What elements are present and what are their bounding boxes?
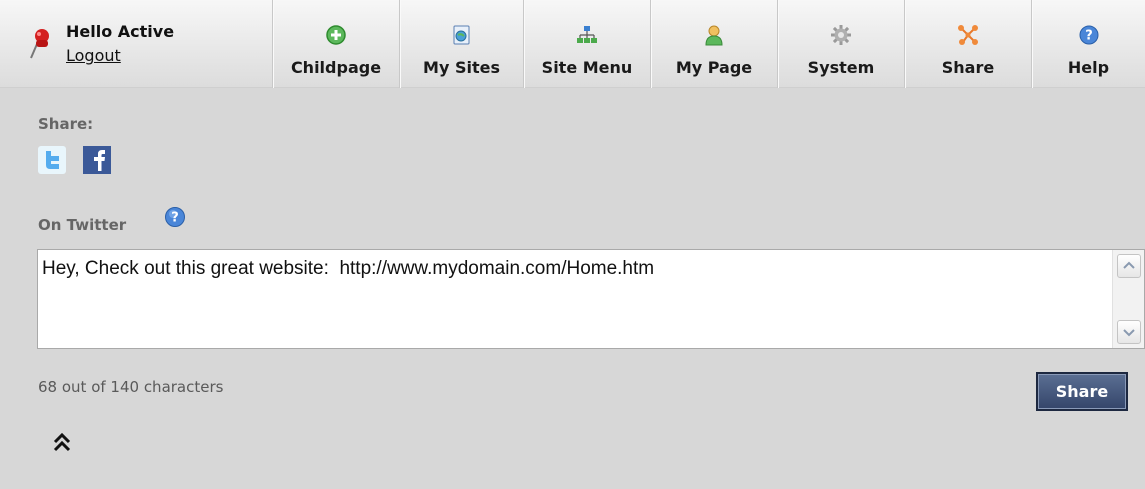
scroll-up-button[interactable] [1117, 254, 1141, 278]
nav-system[interactable]: System [777, 0, 904, 88]
share-button[interactable]: Share [1036, 372, 1128, 411]
nav-site-menu[interactable]: Site Menu [523, 0, 650, 88]
svg-text:?: ? [1085, 29, 1093, 44]
help-icon: ? [1079, 25, 1098, 45]
double-chevron-up-icon[interactable] [52, 432, 72, 454]
textarea-scrollbar[interactable] [1112, 250, 1144, 348]
user-icon [705, 25, 723, 46]
nav-system-label: System [807, 58, 875, 77]
sites-icon [453, 25, 469, 45]
nav-childpage[interactable]: Childpage [272, 0, 399, 88]
top-toolbar: Hello Active Logout Childpage My Sites S… [0, 0, 1145, 88]
chevron-up-icon [1123, 261, 1135, 269]
nav-my-page[interactable]: My Page [650, 0, 777, 88]
tweet-textarea[interactable]: Hey, Check out this great website: http:… [37, 249, 1145, 349]
nav-help[interactable]: ? Help [1031, 0, 1145, 88]
logout-link[interactable]: Logout [66, 46, 121, 65]
nav-my-sites[interactable]: My Sites [399, 0, 523, 88]
nav-childpage-label: Childpage [290, 58, 382, 77]
facebook-icon[interactable] [83, 146, 111, 174]
nav-my-sites-label: My Sites [423, 58, 500, 77]
svg-text:?: ? [171, 211, 179, 226]
gear-icon [831, 25, 851, 45]
greeting: Hello Active [66, 22, 175, 41]
character-count: 68 out of 140 characters [38, 378, 224, 396]
share-icon [958, 25, 978, 45]
add-icon [326, 25, 346, 45]
nav-help-label: Help [1067, 58, 1110, 77]
nav-site-menu-label: Site Menu [541, 58, 633, 77]
scroll-down-button[interactable] [1117, 320, 1141, 344]
sitemap-icon [577, 26, 597, 43]
nav-share-label: Share [941, 58, 995, 77]
nav-share[interactable]: Share [904, 0, 1031, 88]
on-twitter-heading: On Twitter [38, 216, 127, 234]
share-heading: Share: [38, 115, 94, 133]
tweet-text[interactable]: Hey, Check out this great website: http:… [42, 258, 1108, 280]
user-box: Hello Active Logout [0, 0, 270, 88]
main-nav: Childpage My Sites Site Menu My Page Sys… [272, 0, 1145, 88]
help-icon[interactable]: ? [164, 206, 186, 228]
pushpin-icon [30, 29, 49, 59]
twitter-icon[interactable] [38, 146, 66, 174]
chevron-down-icon [1123, 329, 1135, 337]
nav-my-page-label: My Page [675, 58, 753, 77]
